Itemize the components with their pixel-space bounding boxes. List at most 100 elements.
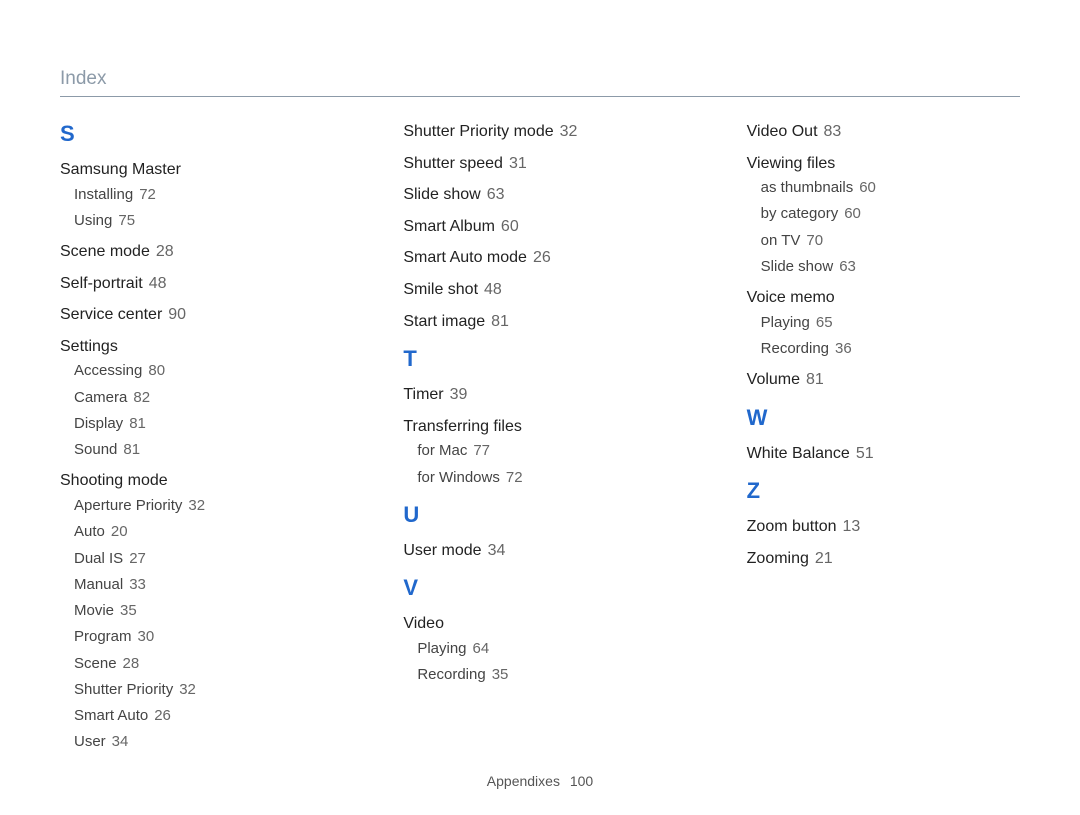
index-sub-label: Playing: [761, 314, 810, 331]
index-sub-label: Shutter Priority: [74, 681, 173, 698]
index-letter: W: [747, 405, 1020, 431]
index-entry-label: Shutter Priority mode: [403, 123, 553, 140]
index-column: Video Out83Viewing filesas thumbnails60b…: [747, 121, 1020, 763]
page-header: Index: [60, 68, 1020, 97]
index-sub-entry: as thumbnails60: [761, 178, 1020, 198]
index-sub-label: Accessing: [74, 362, 142, 379]
index-sub-page: 60: [859, 179, 876, 196]
index-entry-label: Timer: [403, 386, 443, 403]
index-entry-label: Smart Auto mode: [403, 249, 527, 266]
index-entry: Zoom button 13: [747, 516, 1020, 538]
index-entry: Self-portrait48: [60, 273, 333, 295]
index-sub-entry: Slide show63: [761, 257, 1020, 277]
index-entry-page: 31: [509, 155, 527, 172]
index-entry: Slide show63: [403, 184, 676, 206]
index-sub-entry: Using 75: [74, 211, 333, 231]
index-sub-page: 32: [179, 681, 196, 698]
index-sub-page: 26: [154, 707, 171, 724]
index-sub-list: for Mac77 for Windows 72: [417, 441, 676, 488]
index-sub-label: Recording: [417, 666, 485, 683]
index-sub-label: Program: [74, 628, 132, 645]
index-sub-page: 20: [111, 523, 128, 540]
index-column: SSamsung MasterInstalling72Using75Scene …: [60, 121, 333, 763]
index-sub-list: Installing72Using75: [74, 185, 333, 232]
index-sub-entry: Camera82: [74, 388, 333, 408]
index-entry: Smart Auto mode 26: [403, 247, 676, 269]
index-entry: Start image81: [403, 311, 676, 333]
index-entry-page: 26: [533, 249, 551, 266]
index-entry-label: Shutter speed: [403, 155, 503, 172]
index-entry: Shutter Priority mode 32: [403, 121, 676, 143]
index-sub-list: Playing 64 Recording 35: [417, 639, 676, 686]
index-entry: Timer 39: [403, 384, 676, 406]
index-sub-label: Movie: [74, 602, 114, 619]
index-entry: Scene mode 28: [60, 241, 333, 263]
index-sub-page: 75: [118, 212, 135, 229]
index-sub-entry: Display81: [74, 414, 333, 434]
index-sub-entry: Program30: [74, 627, 333, 647]
index-sub-page: 35: [492, 666, 509, 683]
index-sub-page: 72: [506, 469, 523, 486]
index-sub-list: Playing 65 Recording 36: [761, 313, 1020, 360]
index-sub-label: for Windows: [417, 469, 500, 486]
index-letter: V: [403, 575, 676, 601]
index-sub-page: 36: [835, 340, 852, 357]
index-sub-list: Accessing80Camera82Display81Sound81: [74, 361, 333, 460]
index-entry: Samsung MasterInstalling72Using75: [60, 159, 333, 231]
index-sub-label: Recording: [761, 340, 829, 357]
index-sub-page: 34: [112, 733, 129, 750]
index-letter: S: [60, 121, 333, 147]
index-sub-page: 60: [844, 205, 861, 222]
index-sub-page: 65: [816, 314, 833, 331]
index-entry-page: 81: [491, 313, 509, 330]
index-entry: Smile shot48: [403, 279, 676, 301]
index-sub-page: 28: [123, 655, 140, 672]
index-sub-label: by category: [761, 205, 839, 222]
index-sub-entry: Manual 33: [74, 575, 333, 595]
index-sub-label: Playing: [417, 640, 466, 657]
index-sub-entry: Recording 36: [761, 339, 1020, 359]
index-entry-page: 32: [560, 123, 578, 140]
index-sub-label: Dual IS: [74, 550, 123, 567]
index-sub-entry: for Mac77: [417, 441, 676, 461]
index-sub-entry: on TV70: [761, 231, 1020, 251]
index-entry-label: Scene mode: [60, 243, 150, 260]
index-entry: Volume81: [747, 369, 1020, 391]
index-sub-label: Manual: [74, 576, 123, 593]
index-entry: Shutter speed 31: [403, 153, 676, 175]
index-entry-label: Smart Album: [403, 218, 495, 235]
index-sub-entry: for Windows 72: [417, 468, 676, 488]
index-entry: Zooming21: [747, 548, 1020, 570]
index-entry-label: Service center: [60, 306, 162, 323]
index-sub-page: 72: [139, 186, 156, 203]
index-sub-label: Scene: [74, 655, 117, 672]
index-sub-page: 80: [148, 362, 165, 379]
index-entry-label: Zoom button: [747, 518, 837, 535]
index-entry-page: 83: [824, 123, 842, 140]
index-sub-entry: Smart Auto 26: [74, 706, 333, 726]
index-sub-list: as thumbnails60 by category 60 on TV70 Slide…: [761, 178, 1020, 277]
index-entry-page: 39: [450, 386, 468, 403]
index-sub-entry: Playing 64: [417, 639, 676, 659]
index-sub-label: Display: [74, 415, 123, 432]
index-entry-page: 13: [842, 518, 860, 535]
index-entry-label: Transferring files: [403, 418, 522, 435]
index-sub-page: 32: [188, 497, 205, 514]
index-sub-page: 64: [473, 640, 490, 657]
index-entry: Transferring files for Mac77 for Windows 72: [403, 416, 676, 488]
index-sub-page: 33: [129, 576, 146, 593]
index-sub-label: Smart Auto: [74, 707, 148, 724]
index-sub-entry: by category 60: [761, 204, 1020, 224]
index-sub-entry: Movie35: [74, 601, 333, 621]
index-entry: Viewing filesas thumbnails60by category6…: [747, 153, 1020, 278]
index-sub-label: Using: [74, 212, 112, 229]
index-entry-page: 28: [156, 243, 174, 260]
index-entry-label: Slide show: [403, 186, 480, 203]
footer-label: Appendixes: [487, 773, 560, 789]
index-entry-page: 60: [501, 218, 519, 235]
index-entry: User mode34: [403, 540, 676, 562]
index-sub-label: Slide show: [761, 258, 834, 275]
index-columns: SSamsung MasterInstalling72Using75Scene …: [60, 121, 1020, 763]
index-letter: Z: [747, 478, 1020, 504]
index-sub-page: 82: [133, 389, 150, 406]
